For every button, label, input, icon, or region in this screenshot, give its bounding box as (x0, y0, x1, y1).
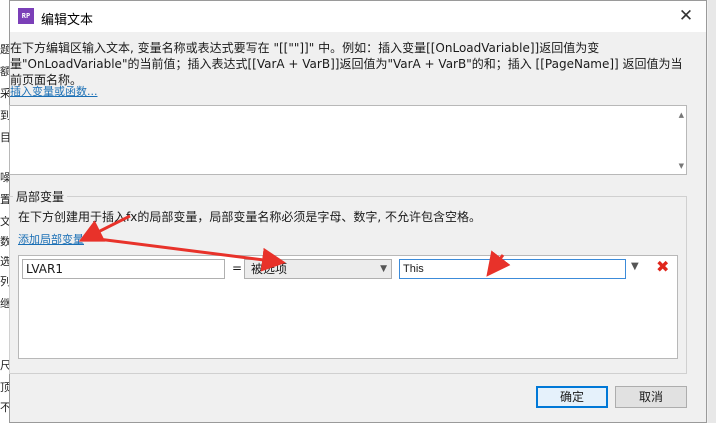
value-dropdown-icon[interactable]: ▼ (631, 261, 639, 272)
instructions-text: 在下方编辑区输入文本, 变量名称或表达式要写在 "[[""]]" 中。例如：插入… (10, 41, 683, 87)
variable-type-value: 被选项 (251, 262, 288, 276)
background-app-edge (708, 0, 716, 423)
background-text: 不 (0, 402, 9, 414)
ok-button[interactable]: 确定 (536, 386, 608, 408)
background-text: 噪 (0, 172, 9, 184)
scroll-up-icon[interactable]: ▲ (679, 111, 684, 119)
background-text: 列 (0, 276, 9, 288)
background-text: 题 (0, 44, 9, 56)
background-text: 继 (0, 298, 9, 310)
variable-name-input[interactable]: LVAR1 (22, 259, 225, 279)
insert-variable-link[interactable]: 插入变量或函数... (10, 83, 98, 99)
variable-type-select[interactable]: 被选项 ▼ (244, 259, 392, 279)
chevron-down-icon: ▼ (380, 264, 387, 274)
background-text: 置 (0, 194, 9, 206)
local-variables-title: 局部变量 (13, 188, 68, 205)
background-text: 数 (0, 236, 9, 248)
background-text: 文 (0, 216, 9, 228)
delete-variable-icon[interactable]: ✖ (656, 257, 669, 276)
close-icon[interactable]: ✕ (666, 1, 706, 32)
cancel-button[interactable]: 取消 (615, 386, 687, 408)
axure-rp-icon: RP (18, 8, 34, 24)
add-local-variable-link[interactable]: 添加局部变量 (18, 231, 84, 247)
background-text: 采 (0, 88, 9, 100)
equals-sign: = (232, 261, 243, 275)
dialog-title: 编辑文本 (41, 13, 94, 28)
variable-value-input[interactable]: This (399, 259, 626, 279)
background-text: 额 (0, 66, 9, 78)
background-text: 到 (0, 110, 9, 122)
title-bar: RP 编辑文本 ✕ (10, 1, 706, 32)
local-variables-description: 在下方创建用于插入fx的局部变量，局部变量名称必须是字母、数字, 不允许包含空格… (18, 210, 481, 224)
background-text: 目 (0, 132, 9, 144)
text-editor[interactable]: ▲ ▼ (9, 105, 687, 175)
scroll-down-icon[interactable]: ▼ (679, 162, 684, 170)
background-text: 顶 (0, 382, 9, 394)
background-text: 选 (0, 256, 9, 268)
background-text: 尺 (0, 360, 9, 372)
